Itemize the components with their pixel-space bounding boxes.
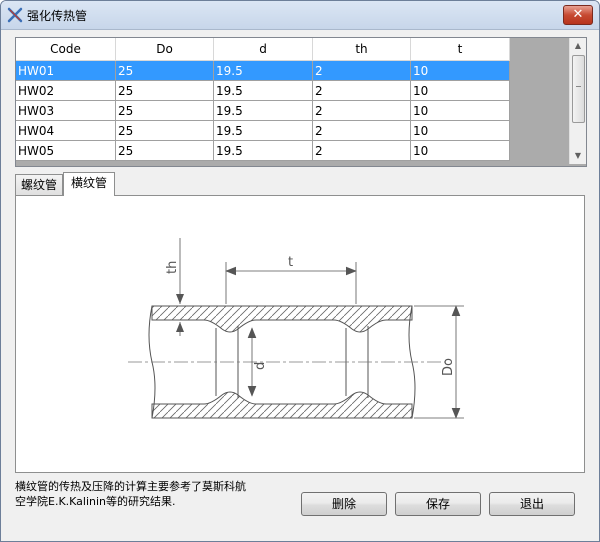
grid-header-row: Code Do d th t [16, 38, 510, 61]
close-icon: ✕ [572, 7, 584, 22]
tube-diagram-panel: th t d Do [15, 195, 585, 473]
cell-do[interactable]: 25 [115, 80, 214, 101]
table-row[interactable]: HW02 25 19.5 2 10 [16, 80, 510, 101]
cell-code[interactable]: HW03 [16, 100, 116, 121]
tab-spiral-tube[interactable]: 螺纹管 [15, 174, 63, 195]
exit-button[interactable]: 退出 [489, 492, 575, 516]
cell-t[interactable]: 10 [410, 140, 510, 161]
th-arrow-icon [176, 322, 184, 332]
column-header-code[interactable]: Code [16, 38, 116, 61]
tube-cross-section-diagram: th t d Do [128, 238, 464, 419]
cell-t[interactable]: 10 [410, 80, 510, 101]
app-icon [7, 7, 23, 23]
th-label: th [165, 261, 180, 274]
save-button[interactable]: 保存 [395, 492, 481, 516]
cell-t[interactable]: 10 [410, 100, 510, 121]
calculation-description: 横纹管的传热及压降的计算主要参考了莫斯科航空学院E.K.Kalinin等的研究结… [15, 480, 246, 508]
cell-d[interactable]: 19.5 [213, 80, 313, 101]
table-row[interactable]: HW01 25 19.5 2 10 [16, 60, 510, 81]
upper-tube-wall [151, 305, 413, 333]
th-arrow-icon [176, 294, 184, 304]
cell-th[interactable]: 2 [312, 60, 411, 81]
cell-do[interactable]: 25 [115, 120, 214, 141]
cell-code[interactable]: HW04 [16, 120, 116, 141]
column-header-t[interactable]: t [410, 38, 510, 61]
cell-d[interactable]: 19.5 [213, 100, 313, 121]
cell-d[interactable]: 19.5 [213, 60, 313, 81]
pipe-data-grid[interactable]: Code Do d th t HW01 25 19.5 2 10 HW02 25 [15, 37, 587, 167]
cell-do[interactable]: 25 [115, 140, 214, 161]
cell-do[interactable]: 25 [115, 60, 214, 81]
cell-code[interactable]: HW02 [16, 80, 116, 101]
tab-transverse-tube[interactable]: 横纹管 [63, 172, 115, 196]
delete-button[interactable]: 删除 [301, 492, 387, 516]
window-title: 强化传热管 [27, 9, 88, 23]
do-label: Do [441, 358, 456, 376]
cell-t[interactable]: 10 [410, 120, 510, 141]
cell-th[interactable]: 2 [312, 140, 411, 161]
cell-th[interactable]: 2 [312, 80, 411, 101]
column-header-th[interactable]: th [312, 38, 411, 61]
close-button[interactable]: ✕ [563, 5, 593, 25]
column-header-d[interactable]: d [213, 38, 313, 61]
d-label: d [253, 362, 268, 370]
cell-th[interactable]: 2 [312, 120, 411, 141]
grid-table: Code Do d th t HW01 25 19.5 2 10 HW02 25 [16, 38, 510, 161]
main-window: 强化传热管 ✕ Code Do d th t HW01 25 19.5 2 10… [0, 0, 600, 542]
cell-th[interactable]: 2 [312, 100, 411, 121]
lower-tube-wall [151, 391, 413, 419]
table-row[interactable]: HW03 25 19.5 2 10 [16, 100, 510, 121]
scroll-thumb[interactable] [572, 55, 585, 123]
table-row[interactable]: HW04 25 19.5 2 10 [16, 120, 510, 141]
cell-d[interactable]: 19.5 [213, 140, 313, 161]
title-bar[interactable]: 强化传热管 ✕ [1, 1, 599, 30]
scroll-grip-icon [576, 86, 581, 88]
cell-d[interactable]: 19.5 [213, 120, 313, 141]
column-header-do[interactable]: Do [115, 38, 214, 61]
grid-vertical-scrollbar[interactable]: ▲ ▼ [569, 38, 586, 164]
t-label: t [288, 255, 293, 270]
table-row[interactable]: HW05 25 19.5 2 10 [16, 140, 510, 161]
cell-t[interactable]: 10 [410, 60, 510, 81]
cell-do[interactable]: 25 [115, 100, 214, 121]
scroll-up-arrow-icon[interactable]: ▲ [570, 38, 586, 54]
cell-code[interactable]: HW05 [16, 140, 116, 161]
scroll-down-arrow-icon[interactable]: ▼ [570, 148, 586, 164]
cell-code[interactable]: HW01 [16, 60, 116, 81]
